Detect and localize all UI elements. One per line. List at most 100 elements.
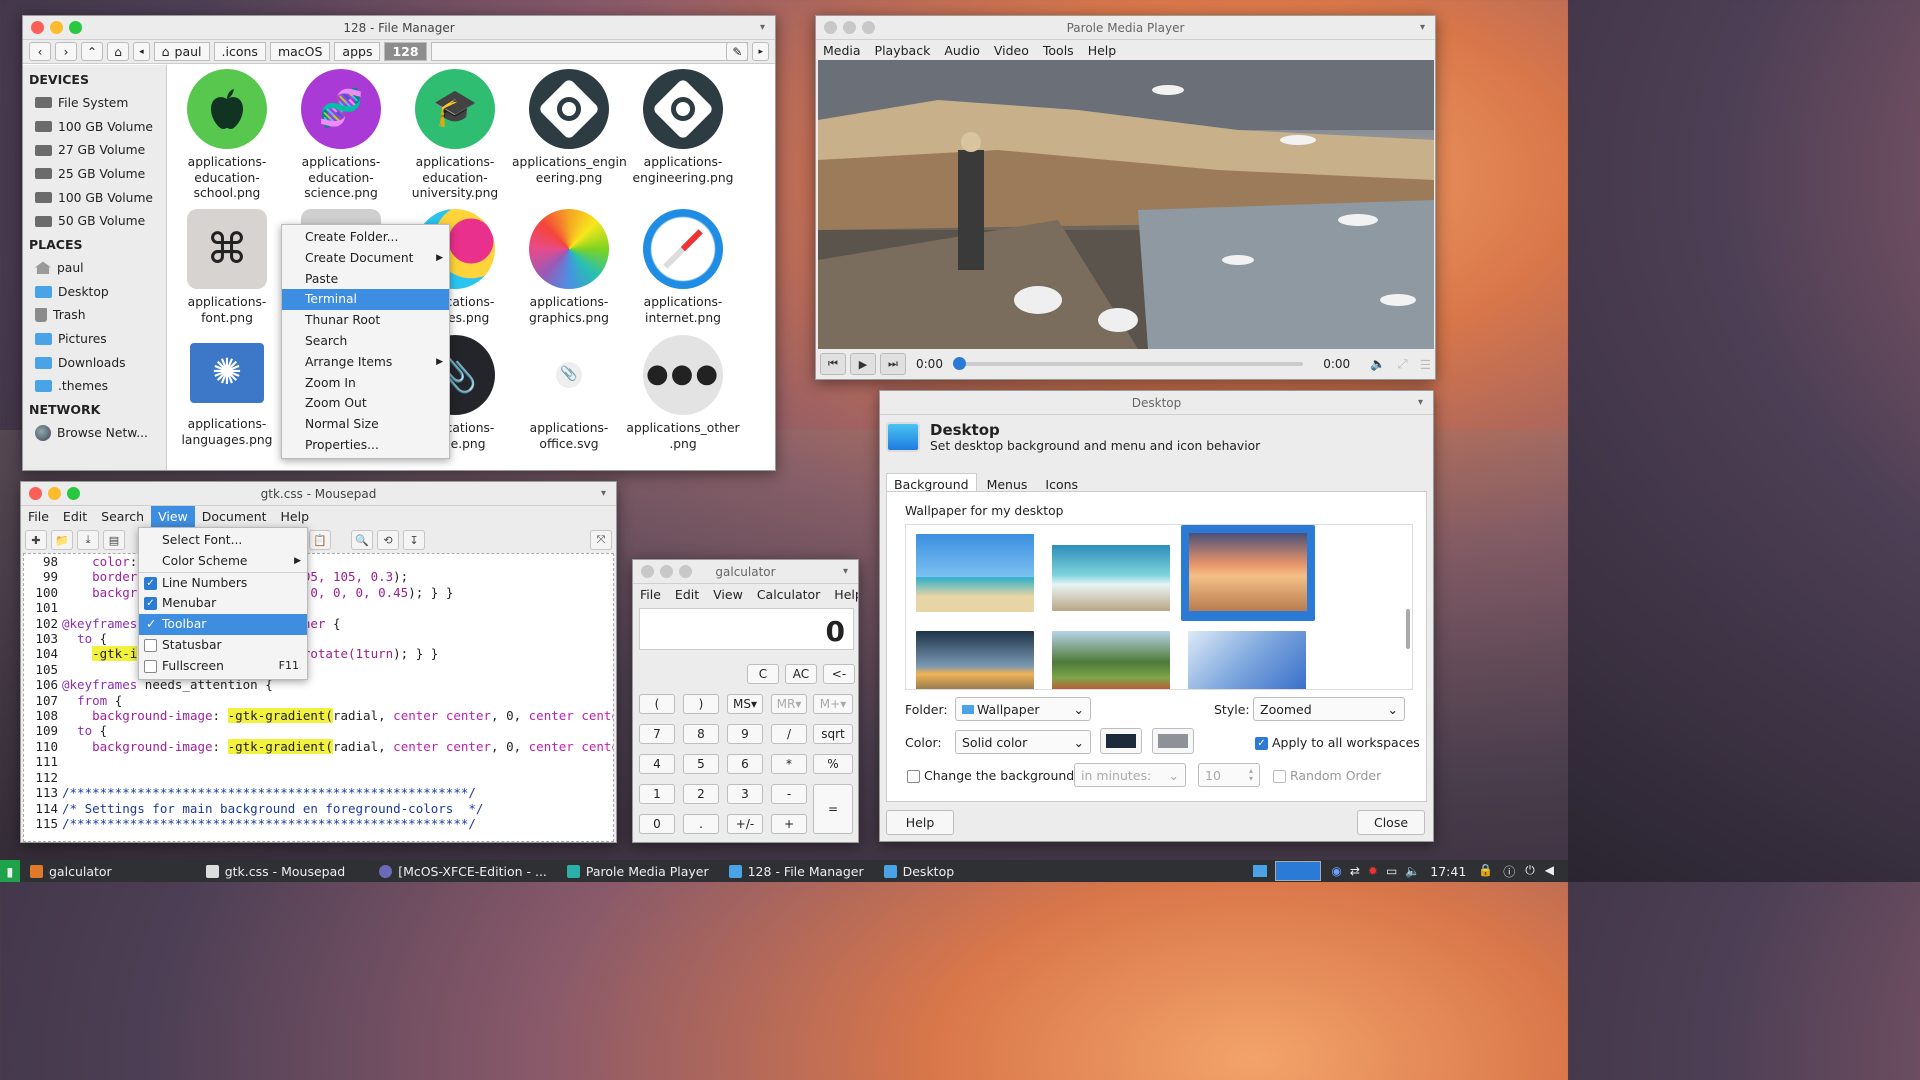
file-item[interactable]: 📎 applications- office.svg — [512, 335, 626, 452]
calc-key[interactable]: MR▾ — [771, 694, 807, 714]
taskbar-item-browser[interactable]: [McOS-XFCE-Edition - ... — [369, 860, 557, 882]
calc-key[interactable]: sqrt — [813, 724, 853, 744]
wallpaper-thumb[interactable] — [916, 631, 1034, 689]
previous-icon[interactable]: ⏮ — [820, 353, 846, 375]
menu-item-properties[interactable]: Properties... — [282, 435, 449, 456]
sidebar-item-volume[interactable]: 25 GB Volume — [23, 162, 166, 186]
taskbar-item-galculator[interactable]: galculator — [20, 860, 122, 882]
menu-item-menubar[interactable]: ✓ Menubar — [139, 593, 307, 614]
menu-item-arrange-items[interactable]: Arrange Items ▶ — [282, 352, 449, 373]
wallpaper-scrollbar[interactable] — [1406, 609, 1410, 649]
sidebar-item-volume[interactable]: 100 GB Volume — [23, 115, 166, 139]
power-icon[interactable]: ⏻ — [1525, 863, 1535, 880]
wallpaper-thumb[interactable] — [916, 534, 1034, 612]
calc-key[interactable]: 2 — [683, 784, 719, 804]
close-button[interactable] — [29, 487, 42, 500]
menu-item-zoom-in[interactable]: Zoom In — [282, 373, 449, 394]
menu-help[interactable]: Help — [827, 584, 858, 605]
edit-path-icon[interactable]: ✎ — [726, 42, 749, 61]
minimize-button[interactable] — [48, 487, 61, 500]
forward-button[interactable]: › — [55, 42, 77, 61]
code-line[interactable]: 110 background-image: -gtk-gradient(radi… — [24, 738, 613, 754]
sidebar-item-themes[interactable]: .themes — [23, 375, 166, 399]
breadcrumb-apps[interactable]: apps — [334, 42, 381, 61]
code-editor[interactable]: 98 color: #99 border 5, 105, 105, 0.3);1… — [23, 553, 614, 842]
goto-line-icon[interactable]: ↧ — [403, 530, 425, 550]
calc-key[interactable]: 9 — [727, 724, 763, 744]
calc-key[interactable]: 3 — [727, 784, 763, 804]
path-scroll-left[interactable]: ◂ — [133, 42, 150, 61]
code-line[interactable]: 114/* Settings for main background en fo… — [24, 801, 613, 816]
file-item[interactable]: applications_engin eering.png — [512, 69, 627, 186]
menu-item-normal-size[interactable]: Normal Size — [282, 414, 449, 435]
find-replace-icon[interactable]: ⟲ — [377, 530, 399, 550]
window-menu-icon[interactable]: ▾ — [1420, 16, 1425, 40]
file-item[interactable]: applications- graphics.png — [512, 209, 626, 326]
code-line[interactable]: 113/************************************… — [24, 785, 613, 800]
all-clear-key[interactable]: AC — [785, 664, 817, 684]
sidebar-item-volume[interactable]: 27 GB Volume — [23, 138, 166, 162]
menu-tools[interactable]: Tools — [1036, 40, 1081, 61]
taskbar-item-file-manager[interactable]: 128 - File Manager — [719, 860, 874, 882]
style-combo[interactable]: Zoomed ⌄ — [1253, 697, 1405, 721]
network-icon[interactable]: ⇄ — [1350, 864, 1360, 878]
breadcrumb-current[interactable]: 128 — [384, 42, 427, 61]
sidebar-item-desktop[interactable]: Desktop — [23, 280, 166, 304]
menu-item-create-folder[interactable]: Create Folder... — [282, 227, 449, 248]
window-menu-icon[interactable]: ▾ — [843, 560, 848, 584]
sidebar-item-pictures[interactable]: Pictures — [23, 327, 166, 351]
code-line[interactable]: 111 — [24, 754, 613, 769]
code-line[interactable]: 105 — [24, 662, 613, 677]
sidebar-item-volume[interactable]: 50 GB Volume — [23, 209, 166, 233]
home-button[interactable]: ⌂ — [107, 42, 130, 61]
sidebar-item-network[interactable]: Browse Netw... — [23, 421, 166, 445]
menu-file[interactable]: File — [21, 506, 56, 527]
file-item[interactable]: ●●● applications_other .png — [626, 335, 740, 452]
window-menu-icon[interactable]: ▾ — [760, 16, 765, 40]
calc-key[interactable]: +/- — [727, 814, 763, 834]
sidebar-item-downloads[interactable]: Downloads — [23, 351, 166, 375]
menu-edit[interactable]: Edit — [668, 584, 706, 605]
folder-combo[interactable]: Wallpaper ⌄ — [955, 697, 1091, 721]
close-dialog-button[interactable]: Close — [1357, 810, 1425, 835]
calc-key[interactable]: - — [771, 784, 807, 804]
play-icon[interactable]: ▶ — [850, 353, 876, 375]
menu-video[interactable]: Video — [987, 40, 1036, 61]
desktop-titlebar[interactable]: Desktop ▾ — [880, 391, 1433, 415]
apply-all-checkbox[interactable]: ✓ Apply to all workspaces — [1255, 735, 1420, 750]
menu-item-line-numbers[interactable]: ✓ Line Numbers — [139, 573, 307, 594]
code-line[interactable]: 103 to { — [24, 631, 613, 646]
app-menu-icon[interactable]: ▮ — [0, 860, 20, 882]
code-line[interactable]: 100 backgr rgba(0, 0, 0, 0.45); } } — [24, 585, 613, 600]
menu-view[interactable]: View — [151, 506, 195, 527]
seek-slider[interactable] — [952, 357, 1304, 370]
info-icon[interactable]: ⓘ — [1503, 863, 1515, 880]
menu-search[interactable]: Search — [94, 506, 151, 527]
change-background-checkbox[interactable]: Change the background — [907, 768, 1074, 783]
calc-key[interactable]: ) — [683, 694, 719, 714]
close-button[interactable] — [31, 21, 44, 34]
calc-key[interactable]: ( — [639, 694, 675, 714]
calc-key[interactable]: 1 — [639, 784, 675, 804]
code-line[interactable]: 108 background-image: -gtk-gradient(radi… — [24, 708, 613, 724]
code-line[interactable]: 106 @keyframes needs_attention { — [24, 677, 613, 692]
file-item[interactable]: applications- education- school.png — [170, 69, 284, 202]
wallpaper-thumb[interactable] — [1052, 545, 1170, 611]
breadcrumb-macos[interactable]: macOS — [269, 42, 331, 61]
calc-key[interactable]: MS▾ — [727, 694, 763, 714]
secondary-color-button[interactable] — [1152, 728, 1194, 754]
backspace-key[interactable]: <- — [823, 664, 855, 684]
clear-key[interactable]: C — [747, 664, 779, 684]
save-as-icon[interactable]: ▤ — [103, 530, 125, 550]
code-line[interactable]: 112 — [24, 770, 613, 785]
minimize-button[interactable] — [843, 21, 856, 34]
chrome-icon[interactable]: ◉ — [1331, 864, 1341, 878]
fullscreen-icon[interactable]: ⤢ — [1398, 356, 1408, 372]
sidebar-item-volume[interactable]: 100 GB Volume — [23, 186, 166, 210]
code-line[interactable]: 98 color: # — [24, 554, 613, 569]
close-button[interactable] — [641, 565, 654, 578]
code-line[interactable]: 115/************************************… — [24, 816, 613, 831]
menu-document[interactable]: Document — [195, 506, 274, 527]
code-line[interactable]: 99 border 5, 105, 105, 0.3); — [24, 569, 613, 584]
paste-icon[interactable]: 📋 — [309, 530, 331, 550]
